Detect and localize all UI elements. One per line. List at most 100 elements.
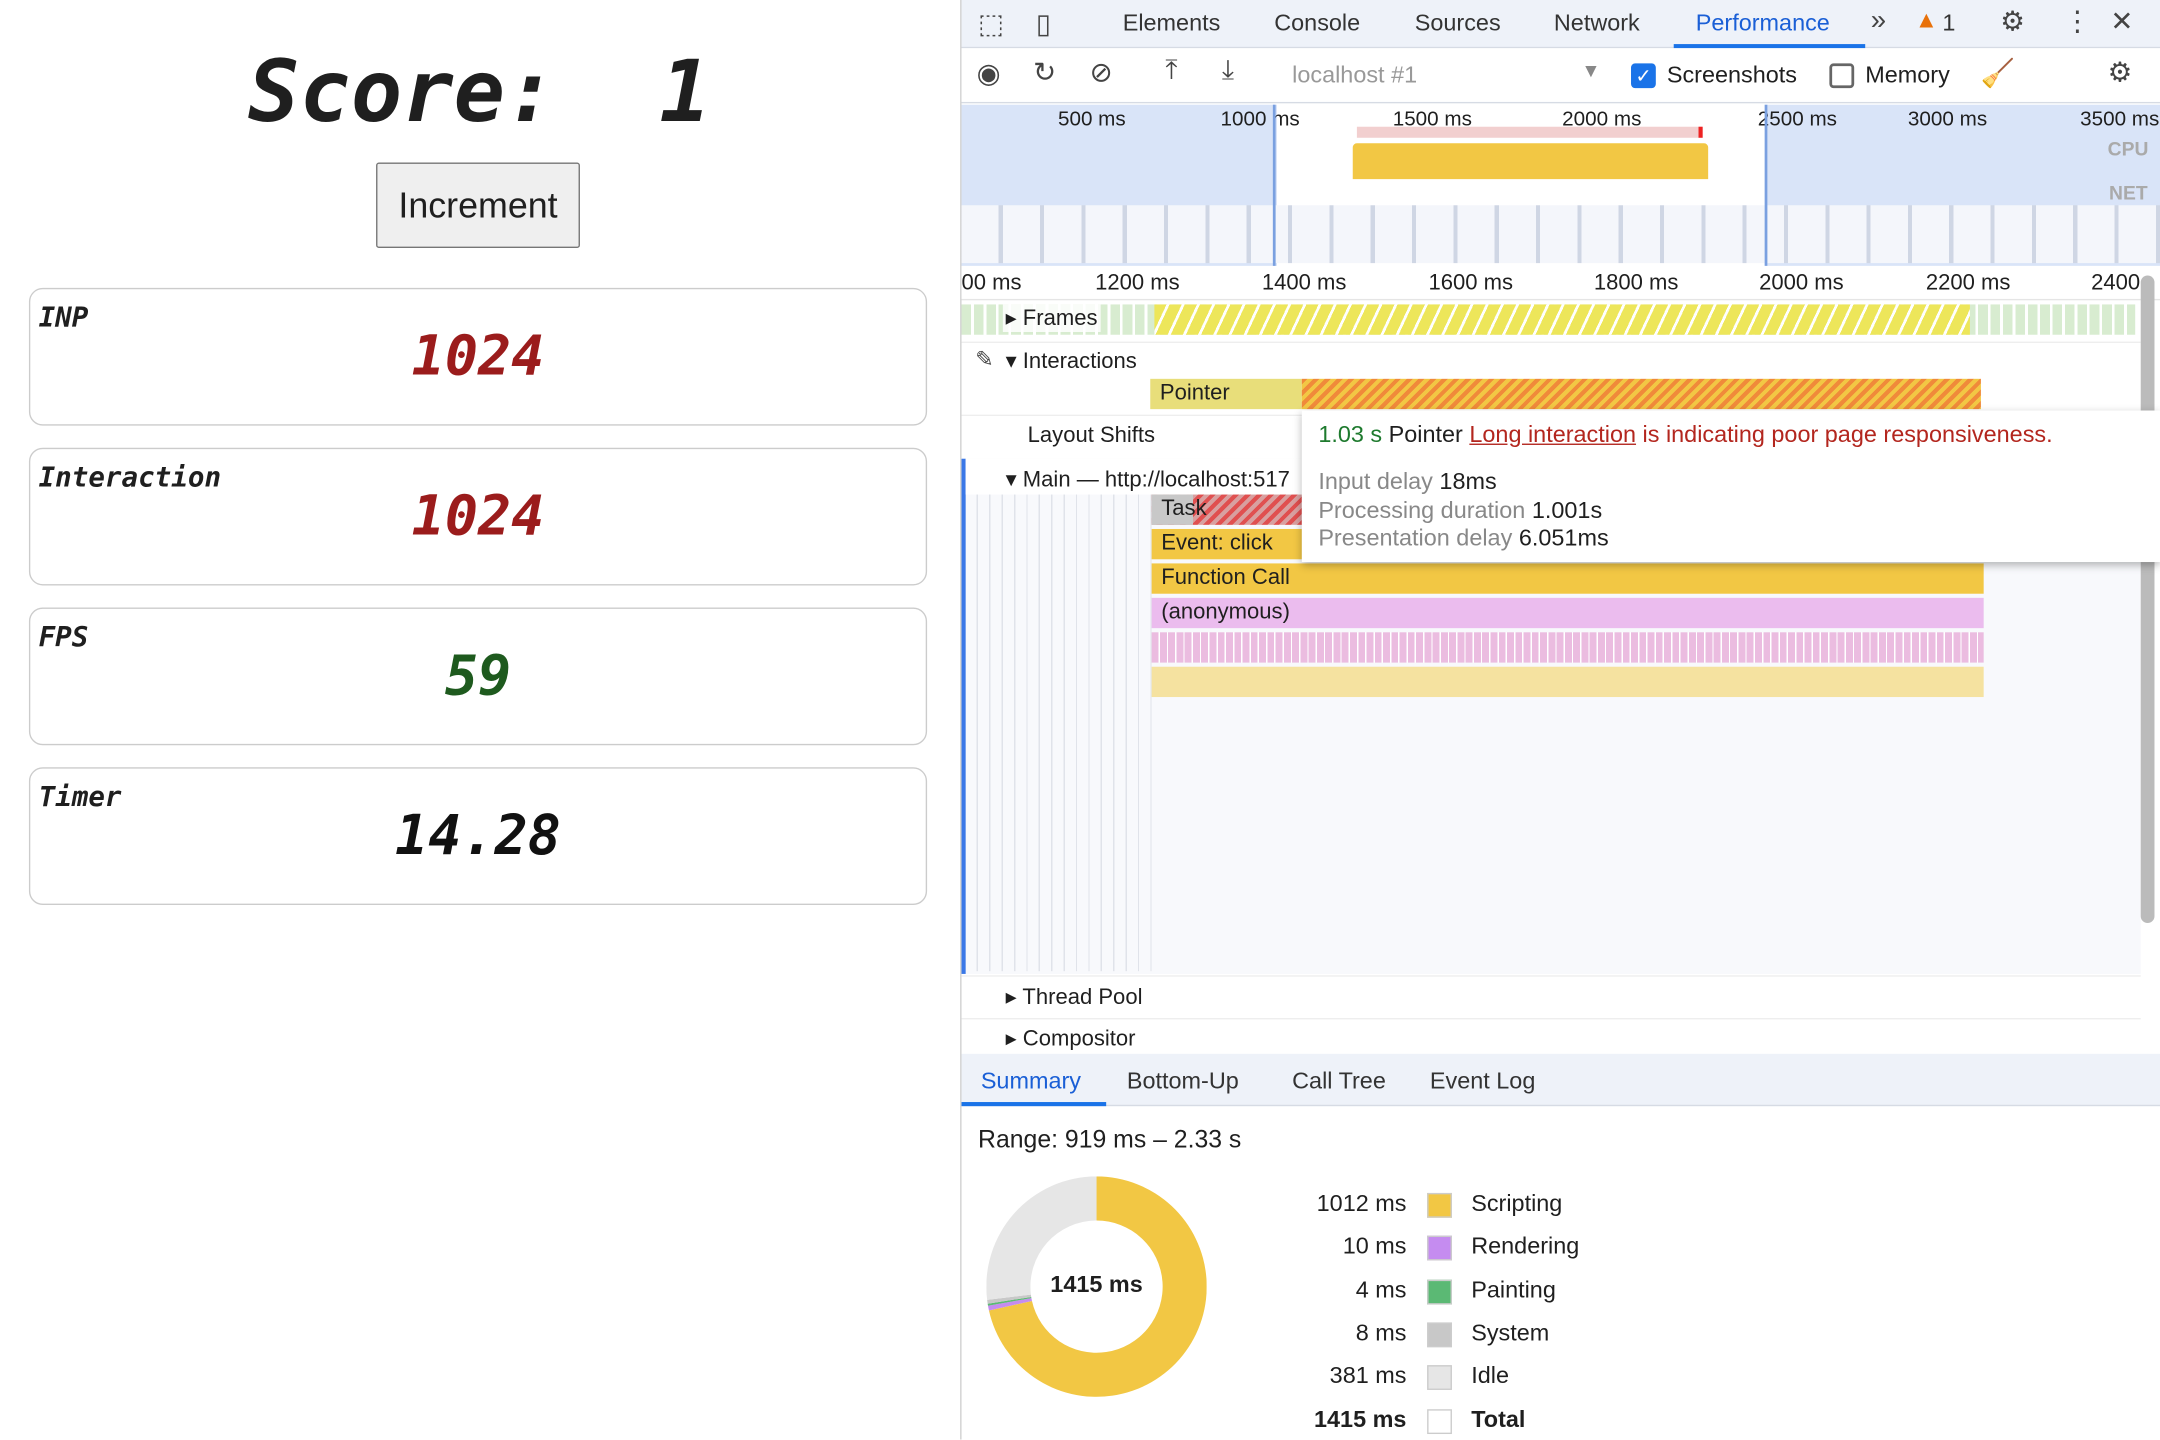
cpu-label: CPU <box>2107 137 2149 160</box>
compositor-label[interactable]: ▸ Compositor <box>1002 1024 1139 1053</box>
timeline-scrollbar[interactable] <box>2140 275 2155 923</box>
row-value: 1.001s <box>1531 496 1603 523</box>
tab-call-tree[interactable]: Call Tree <box>1292 1068 1386 1096</box>
tooltip-type: Pointer <box>1388 421 1463 448</box>
frames-track[interactable]: ▸ Frames <box>961 302 2141 338</box>
tab-event-log[interactable]: Event Log <box>1430 1068 1535 1096</box>
main-label[interactable]: ▾ Main — http://localhost:517 <box>1002 465 1293 494</box>
layout-shifts-label: Layout Shifts <box>1024 424 1158 450</box>
event-click-bar[interactable]: Event: click <box>1151 528 1304 560</box>
timeline-overview[interactable]: 500 ms 1000 ms 1500 ms 2000 ms 2500 ms 3… <box>961 104 2160 269</box>
long-interaction-link[interactable]: Long interaction <box>1469 422 1636 448</box>
anonymous-bar[interactable]: (anonymous) <box>1151 597 1984 629</box>
legend-name: Scripting <box>1471 1190 1563 1217</box>
function-call-bar[interactable]: Function Call <box>1151 563 1984 594</box>
warning-icon[interactable]: ▲ <box>1915 7 1938 35</box>
nested-calls-2[interactable] <box>1151 666 1984 698</box>
row-label: Presentation delay <box>1318 524 1513 552</box>
fps-card: FPS 59 <box>28 607 928 746</box>
tooltip-row: Processing duration 1.001s <box>1318 497 2143 525</box>
bottom-tab-bar: Summary Bottom-Up Call Tree Event Log <box>961 1053 2160 1107</box>
tooltip-warning: is indicating poor page responsiveness. <box>1636 421 2053 448</box>
card-value: 14.28 <box>395 804 561 868</box>
legend-swatch <box>1427 1408 1452 1434</box>
increment-button[interactable]: Increment <box>376 162 580 248</box>
row-label: Processing duration <box>1318 496 1526 523</box>
more-tabs-icon[interactable]: » <box>1871 6 1886 38</box>
net-label: NET <box>2109 181 2148 204</box>
summary-legend-row: 10 ms Rendering <box>1278 1233 1691 1266</box>
ruler-tick: 1800 ms <box>1593 271 1679 295</box>
thread-pool-track[interactable]: ▸ Thread Pool <box>961 975 2141 1016</box>
tab-summary[interactable]: Summary <box>981 1068 1081 1096</box>
overview-tick: 500 ms <box>1057 107 1126 131</box>
long-task-marker <box>1356 126 1703 138</box>
warning-count[interactable]: 1 <box>1942 10 1955 38</box>
upload-icon[interactable]: ⤒ <box>1165 55 1177 87</box>
score-value: 1 <box>659 41 711 142</box>
tab-sources[interactable]: Sources <box>1415 10 1501 38</box>
tab-performance[interactable]: Performance <box>1696 10 1830 38</box>
inp-card: INP 1024 <box>28 287 928 426</box>
ruler-tick: 00 ms <box>961 271 1022 295</box>
settings-gear-icon[interactable]: ⚙ <box>2000 4 2025 38</box>
summary-legend-row: 1012 ms Scripting <box>1278 1190 1691 1223</box>
legend-swatch <box>1427 1236 1452 1261</box>
legend-swatch <box>1427 1365 1452 1391</box>
legend-name: Total <box>1471 1405 1526 1432</box>
memory-checkbox[interactable] <box>1829 63 1855 89</box>
download-icon[interactable]: ⤓ <box>1222 55 1234 87</box>
reload-record-icon[interactable]: ↻ <box>1033 55 1056 89</box>
interactions-label[interactable]: ▾ Interactions <box>1002 347 1140 375</box>
device-toolbar-icon[interactable]: ▯ <box>1036 7 1051 41</box>
ruler-tick: 1600 ms <box>1428 271 1514 295</box>
pointer-interaction-bar[interactable]: Pointer <box>1150 378 1302 410</box>
summary-legend-row: 1415 ms Total <box>1278 1406 1691 1439</box>
card-value: 1024 <box>411 484 545 549</box>
compositor-track[interactable]: ▸ Compositor <box>961 1018 2141 1054</box>
legend-swatch <box>1427 1192 1452 1218</box>
timeline-ruler: 00 ms 1200 ms 1400 ms 1600 ms 1800 ms 20… <box>961 268 2160 301</box>
clear-icon[interactable]: ⊘ <box>1090 55 1113 89</box>
legend-time: 4 ms <box>1355 1276 1407 1303</box>
frames-label[interactable]: ▸ Frames <box>1002 304 1101 332</box>
thread-pool-label[interactable]: ▸ Thread Pool <box>1002 983 1146 1012</box>
legend-time: 1012 ms <box>1316 1190 1407 1217</box>
summary-range: Range: 919 ms – 2.33 s <box>978 1125 1242 1154</box>
close-icon[interactable]: ✕ <box>2110 4 2133 38</box>
inspect-element-icon[interactable]: ⬚ <box>978 7 1004 41</box>
capture-settings-gear-icon[interactable]: ⚙ <box>2108 55 2133 89</box>
tab-elements[interactable]: Elements <box>1123 10 1221 38</box>
edit-pencil-icon[interactable]: ✎ <box>975 346 993 374</box>
summary-legend-row: 381 ms Idle <box>1278 1363 1691 1396</box>
range-handle-right[interactable] <box>1764 104 1775 266</box>
thread-pool-text: Thread Pool <box>1022 986 1143 1010</box>
target-select[interactable]: localhost #1 <box>1292 62 1417 90</box>
interactions-track[interactable]: ✎ ▾ Interactions Pointer <box>961 341 2141 414</box>
tab-console[interactable]: Console <box>1274 10 1360 38</box>
performance-toolbar: ◉ ↻ ⊘ ⤒ ⤓ localhost #1 ▼ ✓ Screenshots M… <box>961 48 2160 104</box>
nested-calls[interactable] <box>1151 632 1984 663</box>
record-icon[interactable]: ◉ <box>977 56 1001 90</box>
legend-name: Idle <box>1471 1362 1509 1389</box>
legend-name: System <box>1471 1319 1550 1346</box>
ruler-tick: 2200 ms <box>1925 271 2011 295</box>
range-handle-left[interactable] <box>1272 104 1283 266</box>
legend-time: 10 ms <box>1342 1233 1407 1260</box>
small-tasks <box>965 494 1152 972</box>
cpu-scripting-area <box>1352 143 1709 180</box>
more-options-icon[interactable]: ⋮ <box>2064 4 2092 38</box>
ruler-tick: 1400 ms <box>1261 271 1347 295</box>
tab-network[interactable]: Network <box>1554 10 1640 38</box>
pointer-long-interaction-hatch[interactable] <box>1301 378 1981 410</box>
main-text: Main — http://localhost:517 <box>1022 468 1290 492</box>
screenshots-checkbox[interactable]: ✓ <box>1631 63 1656 89</box>
garbage-collect-broom-icon[interactable]: 🧹 <box>1981 56 2015 90</box>
tooltip-duration: 1.03 s <box>1318 421 1383 448</box>
memory-label: Memory <box>1865 61 1950 89</box>
chevron-down-icon[interactable]: ▼ <box>1581 59 1600 81</box>
tab-bottom-up[interactable]: Bottom-Up <box>1127 1068 1239 1096</box>
legend-time: 1415 ms <box>1314 1405 1407 1432</box>
interaction-tooltip: 1.03 s Pointer Long interaction is indic… <box>1301 410 2160 563</box>
task-bar[interactable]: Task <box>1152 494 1304 525</box>
